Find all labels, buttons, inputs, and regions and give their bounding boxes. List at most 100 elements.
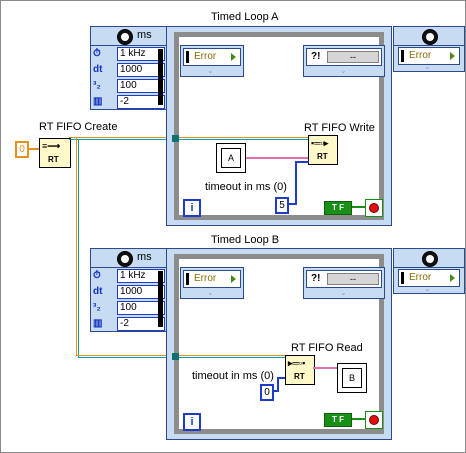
processor-icon: ▥ bbox=[93, 318, 103, 329]
fifo-ref-wire-a-bottom bbox=[69, 139, 173, 140]
fifo-ref-wire-b-top bbox=[76, 355, 174, 356]
loop-a-mode-select[interactable]: ?! -- bbox=[306, 48, 382, 66]
loop-b-offset-row[interactable]: ³₂ 100 bbox=[93, 301, 165, 315]
loop-a-iteration-terminal: i bbox=[183, 199, 201, 217]
rt-fifo-write-label: RT FIFO Write bbox=[304, 122, 375, 134]
timed-loop-b-title: Timed Loop B bbox=[211, 234, 280, 246]
loop-b-timeout-constant[interactable]: 0 bbox=[260, 384, 274, 401]
loop-a-timeout-wire-in bbox=[295, 161, 309, 163]
data-b-wire bbox=[313, 367, 337, 369]
fifo-write-icon: ▪═▫▸ bbox=[311, 138, 329, 148]
loop-a-timeout-label: timeout in ms (0) bbox=[205, 181, 287, 193]
rt-fifo-read-node[interactable]: ▸═▫▪ RT bbox=[285, 355, 315, 385]
control-a-label: A bbox=[221, 148, 241, 168]
timed-loop-a-title: Timed Loop A bbox=[211, 11, 279, 23]
chevron-down-icon: ⌄ bbox=[207, 66, 214, 75]
error-arrow-icon bbox=[450, 52, 455, 60]
loop-b-true-false-constant[interactable]: T F bbox=[324, 413, 352, 427]
loop-b-source-row[interactable]: ⏱ 1 kHz bbox=[93, 269, 165, 283]
clock-icon bbox=[422, 251, 438, 267]
loop-a-mode-symbol: ?! bbox=[311, 51, 321, 62]
loop-a-timeout-wire-v bbox=[295, 161, 297, 205]
chevron-down-icon: ⌄ bbox=[424, 62, 431, 71]
loop-b-dt-row[interactable]: dt 1000 bbox=[93, 285, 165, 299]
loop-a-left-error-cluster[interactable]: Error bbox=[183, 48, 241, 66]
loop-b-left-error-label: Error bbox=[194, 273, 217, 284]
loop-b-input-node[interactable]: ms ⏱ 1 kHz dt 1000 ³₂ 100 ▥ -2 bbox=[90, 248, 168, 332]
loop-b-output-node[interactable]: Error ⌄ bbox=[393, 248, 465, 294]
loop-b-timeout-label: timeout in ms (0) bbox=[192, 370, 274, 382]
control-a[interactable]: A bbox=[216, 143, 246, 173]
loop-a-output-node[interactable]: Error ⌄ bbox=[393, 26, 465, 72]
loop-b-mode-symbol: ?! bbox=[311, 273, 321, 284]
loop-b-timeout-wire-v bbox=[277, 377, 279, 392]
fifo-ref-wire-down-1 bbox=[76, 137, 77, 355]
chevron-down-icon: ⌄ bbox=[424, 284, 431, 293]
rt-fifo-create-icon-text: RT bbox=[48, 155, 59, 164]
indicator-b-label: B bbox=[342, 368, 362, 388]
loop-b-left-error-cluster[interactable]: Error bbox=[183, 270, 241, 288]
loop-b-iteration-terminal: i bbox=[183, 413, 201, 431]
loop-a-unit: ms bbox=[137, 29, 152, 41]
loop-a-right-data-node[interactable]: ?! -- ⌄ bbox=[303, 45, 385, 77]
loop-a-input-header: ms bbox=[91, 27, 167, 46]
loop-b-fifo-wire-bottom bbox=[179, 357, 285, 358]
loop-b-timeout-wire-in bbox=[277, 377, 285, 379]
clock-source-icon: ⏱ bbox=[93, 48, 101, 59]
rt-fifo-read-icon-text: RT bbox=[294, 372, 305, 381]
loop-a-dt-row[interactable]: dt 1000 bbox=[93, 63, 165, 77]
offset-icon: ³₂ bbox=[93, 302, 101, 313]
chevron-down-icon: ⌄ bbox=[340, 288, 347, 297]
loop-b-right-data-node[interactable]: ?! -- ⌄ bbox=[303, 267, 385, 299]
rt-fifo-create-node[interactable]: ≡⟶ RT bbox=[39, 138, 71, 168]
error-arrow-icon bbox=[231, 53, 236, 61]
loop-a-offset-row[interactable]: ³₂ 100 bbox=[93, 79, 165, 93]
loop-b-input-scrollbar[interactable] bbox=[158, 271, 163, 327]
fifo-ref-wire-down-2 bbox=[78, 139, 79, 357]
loop-b-processor-row[interactable]: ▥ -2 bbox=[93, 317, 165, 331]
fifo-ref-wire-a-top bbox=[69, 137, 173, 138]
loop-b-left-data-node[interactable]: Error ⌄ bbox=[180, 267, 244, 299]
processor-icon: ▥ bbox=[93, 96, 103, 107]
loop-b-mode-value: -- bbox=[327, 273, 379, 285]
clock-source-icon: ⏱ bbox=[93, 270, 101, 281]
loop-b-stop-wire bbox=[352, 418, 365, 420]
error-arrow-icon bbox=[231, 275, 236, 283]
fifo-size-wire bbox=[29, 148, 39, 150]
fifo-read-icon: ▸═▫▪ bbox=[288, 358, 306, 368]
loop-a-input-node[interactable]: ms ⏱ 1 kHz dt 1000 ³₂ 100 ▥ -2 bbox=[90, 26, 168, 110]
dt-icon: dt bbox=[93, 64, 103, 75]
rt-fifo-write-node[interactable]: ▪═▫▸ RT bbox=[308, 135, 338, 165]
loop-a-stop-terminal[interactable] bbox=[365, 199, 383, 217]
loop-a-source-row[interactable]: ⏱ 1 kHz bbox=[93, 47, 165, 61]
fifo-ref-wire-b-bottom bbox=[78, 357, 174, 358]
loop-b-fifo-tunnel bbox=[172, 353, 179, 360]
rt-fifo-read-label: RT FIFO Read bbox=[291, 342, 363, 354]
loop-a-input-scrollbar[interactable] bbox=[158, 49, 163, 105]
clock-icon bbox=[117, 29, 133, 45]
dt-icon: dt bbox=[93, 286, 103, 297]
error-arrow-icon bbox=[450, 274, 455, 282]
rt-fifo-create-label: RT FIFO Create bbox=[39, 121, 118, 133]
clock-icon bbox=[422, 29, 438, 45]
clock-icon bbox=[117, 251, 133, 267]
loop-b-mode-select[interactable]: ?! -- bbox=[306, 270, 382, 288]
loop-a-fifo-tunnel bbox=[172, 135, 179, 142]
loop-a-left-error-label: Error bbox=[194, 51, 217, 62]
loop-a-true-false-constant[interactable]: T F bbox=[324, 201, 352, 215]
loop-b-unit: ms bbox=[137, 251, 152, 263]
loop-b-input-header: ms bbox=[91, 249, 167, 268]
offset-icon: ³₂ bbox=[93, 80, 101, 91]
chevron-down-icon: ⌄ bbox=[340, 66, 347, 75]
fifo-size-constant[interactable]: 0 bbox=[15, 141, 29, 158]
loop-a-left-data-node[interactable]: Error ⌄ bbox=[180, 45, 244, 77]
loop-a-processor-row[interactable]: ▥ -2 bbox=[93, 95, 165, 109]
loop-b-stop-terminal[interactable] bbox=[365, 411, 383, 429]
loop-a-timeout-constant[interactable]: 5 bbox=[275, 197, 289, 214]
loop-a-fifo-wire-top bbox=[179, 137, 309, 138]
rt-fifo-write-icon-text: RT bbox=[317, 152, 328, 161]
loop-a-stop-wire bbox=[352, 206, 365, 208]
chevron-down-icon: ⌄ bbox=[207, 288, 214, 297]
data-a-wire bbox=[246, 157, 308, 159]
loop-b-fifo-wire-top bbox=[179, 355, 285, 356]
